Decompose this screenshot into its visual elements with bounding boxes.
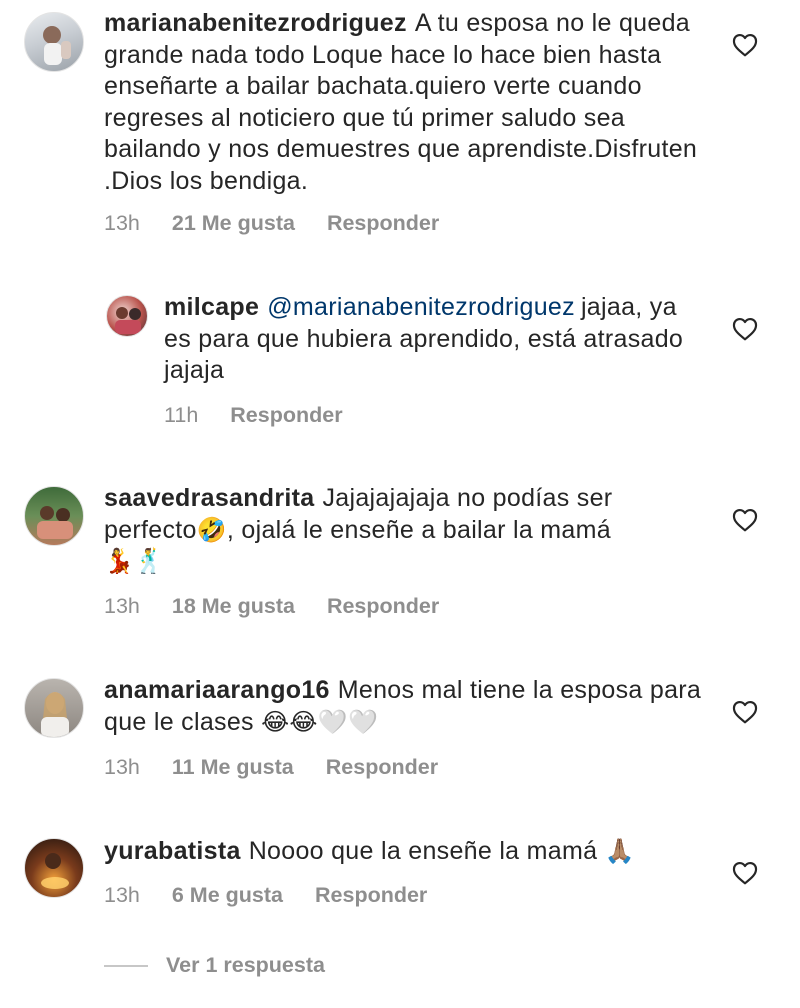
likes-count[interactable]: 11 Me gusta	[172, 755, 294, 780]
replies-divider-line	[104, 964, 148, 967]
avatar[interactable]	[24, 12, 84, 72]
reply-button[interactable]: Responder	[327, 211, 439, 236]
avatar[interactable]	[24, 838, 84, 898]
heart-outline-icon[interactable]	[732, 33, 758, 57]
avatar[interactable]	[24, 486, 84, 546]
comment-time: 13h	[104, 755, 140, 779]
comment-body-continued: , ojalá le enseñe a bailar la mamá	[226, 515, 611, 544]
heart-outline-icon[interactable]	[732, 508, 758, 532]
comment-username[interactable]: marianabenitezrodriguez	[104, 9, 407, 37]
comment-time: 13h	[104, 211, 140, 235]
likes-count[interactable]: 6 Me gusta	[172, 883, 283, 908]
comment-text: saavedrasandrita Jajajajajaja no podías s…	[104, 483, 704, 578]
praying-hands-emoji: 🙏🏽	[604, 838, 635, 865]
rofl-emoji: 🤣	[196, 516, 227, 544]
avatar[interactable]	[24, 678, 84, 738]
comment-meta: 13h 18 Me gusta Responder	[104, 594, 439, 619]
heart-outline-icon[interactable]	[732, 861, 758, 885]
comment-text: yurabatista Noooo que la enseñe la mamá 🙏…	[104, 836, 704, 868]
heart-outline-icon[interactable]	[732, 317, 758, 341]
comment-text: marianabenitezrodriguez A tu esposa no le…	[104, 8, 704, 197]
comment-time: 13h	[104, 883, 140, 907]
comment-text: anamariaarango16 Menos mal tiene la espos…	[104, 675, 704, 738]
mention-link[interactable]: @marianabenitezrodriguez	[267, 293, 575, 321]
dancing-emoji: 💃🕺	[104, 548, 165, 575]
comment-text: milcape @marianabenitezrodriguez jajaa, ya…	[164, 292, 704, 387]
comment-meta: 13h 11 Me gusta Responder	[104, 755, 438, 780]
comment-meta: 11h Responder	[164, 403, 343, 428]
reply-button[interactable]: Responder	[315, 883, 427, 908]
reply-button[interactable]: Responder	[326, 755, 438, 780]
comment-username[interactable]: yurabatista	[104, 837, 241, 865]
reply-button[interactable]: Responder	[230, 403, 342, 428]
laughing-hearts-emoji: 😂😂🤍🤍	[261, 708, 379, 736]
comment-time: 11h	[164, 403, 199, 427]
heart-outline-icon[interactable]	[732, 700, 758, 724]
avatar[interactable]	[106, 295, 148, 337]
comment-username[interactable]: saavedrasandrita	[104, 484, 314, 512]
comment-meta: 13h 21 Me gusta Responder	[104, 211, 439, 236]
view-replies-label[interactable]: Ver 1 respuesta	[166, 953, 325, 978]
comment-username[interactable]: anamariaarango16	[104, 676, 330, 704]
comment-body: Noooo que la enseñe la mamá	[248, 837, 598, 865]
view-replies-button[interactable]: Ver 1 respuesta	[104, 953, 325, 978]
comment-username[interactable]: milcape	[164, 293, 259, 321]
likes-count[interactable]: 21 Me gusta	[172, 211, 295, 236]
reply-button[interactable]: Responder	[327, 594, 439, 619]
comment-time: 13h	[104, 594, 140, 618]
comment-meta: 13h 6 Me gusta Responder	[104, 883, 427, 908]
likes-count[interactable]: 18 Me gusta	[172, 594, 295, 619]
